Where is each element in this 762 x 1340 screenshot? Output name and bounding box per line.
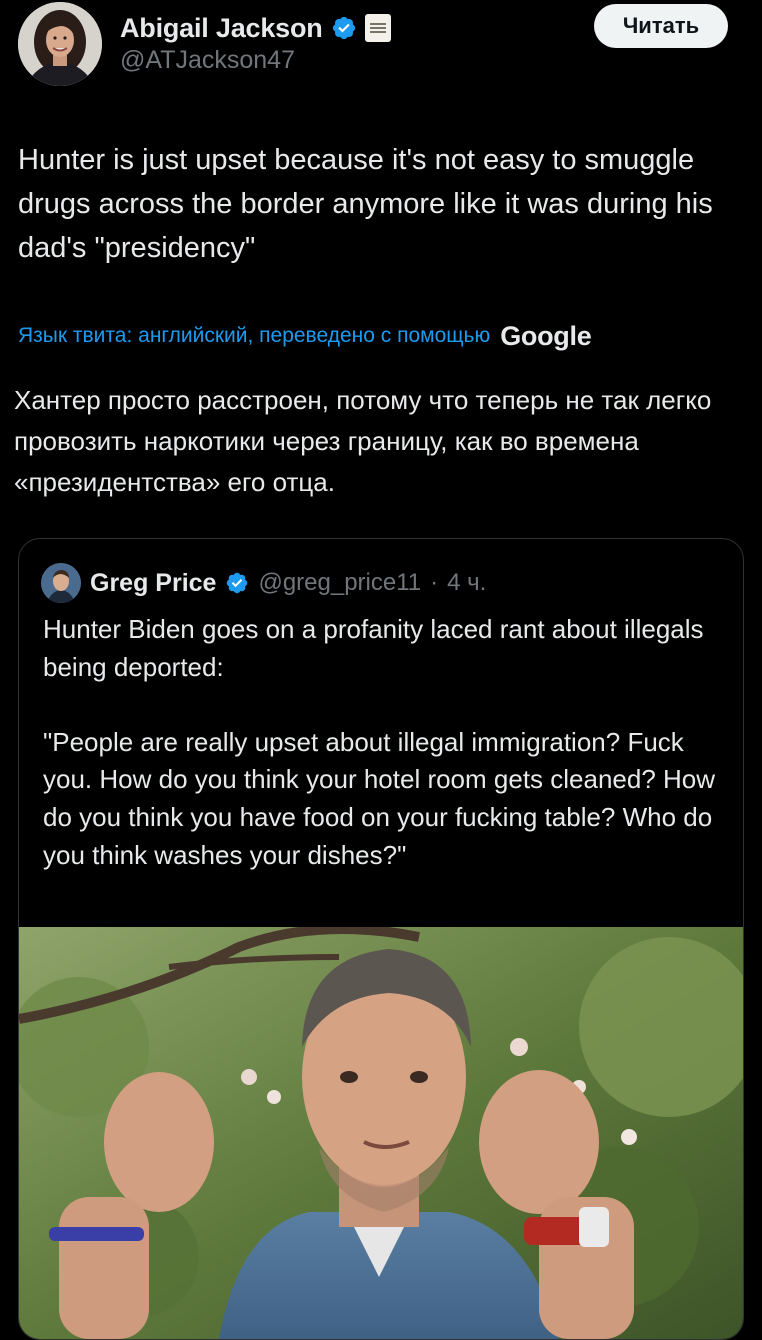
quoted-author-handle[interactable]: @greg_price11 [258, 569, 421, 597]
quoted-tweet-text: Hunter Biden goes on a profanity laced r… [43, 614, 716, 870]
verified-badge-icon [227, 572, 248, 594]
author-name[interactable]: Abigail Jackson [120, 13, 323, 44]
author-handle[interactable]: @ATJackson47 [120, 46, 295, 75]
quoted-author-name[interactable]: Greg Price [90, 569, 216, 598]
quoted-author-avatar[interactable] [41, 563, 81, 603]
translated-text: Хантер просто расстроен, потому что тепе… [14, 385, 712, 497]
meta-separator: · [430, 569, 439, 596]
follow-button[interactable]: Читать [594, 4, 728, 48]
author-name-row: Abigail Jackson [120, 8, 391, 48]
quoted-tweet-card[interactable]: Greg Price @greg_price11 · 4 ч. Hunter B… [18, 538, 744, 1340]
white-house-seal-icon[interactable] [364, 14, 391, 42]
quoted-tweet-video[interactable] [19, 927, 743, 1339]
quoted-tweet-header: Greg Price @greg_price11 · 4 ч. [41, 563, 486, 603]
quoted-tweet-time[interactable]: 4 ч. [447, 569, 486, 597]
verified-badge-icon [332, 16, 355, 40]
author-avatar[interactable] [18, 2, 102, 86]
tweet-text: Hunter is just upset because it's not ea… [18, 144, 713, 264]
google-logo: Google [500, 320, 592, 351]
translation-note[interactable]: Язык твита: английский, переведено с пом… [18, 324, 490, 348]
translation-row: Язык твита: английский, переведено с пом… [18, 314, 592, 358]
